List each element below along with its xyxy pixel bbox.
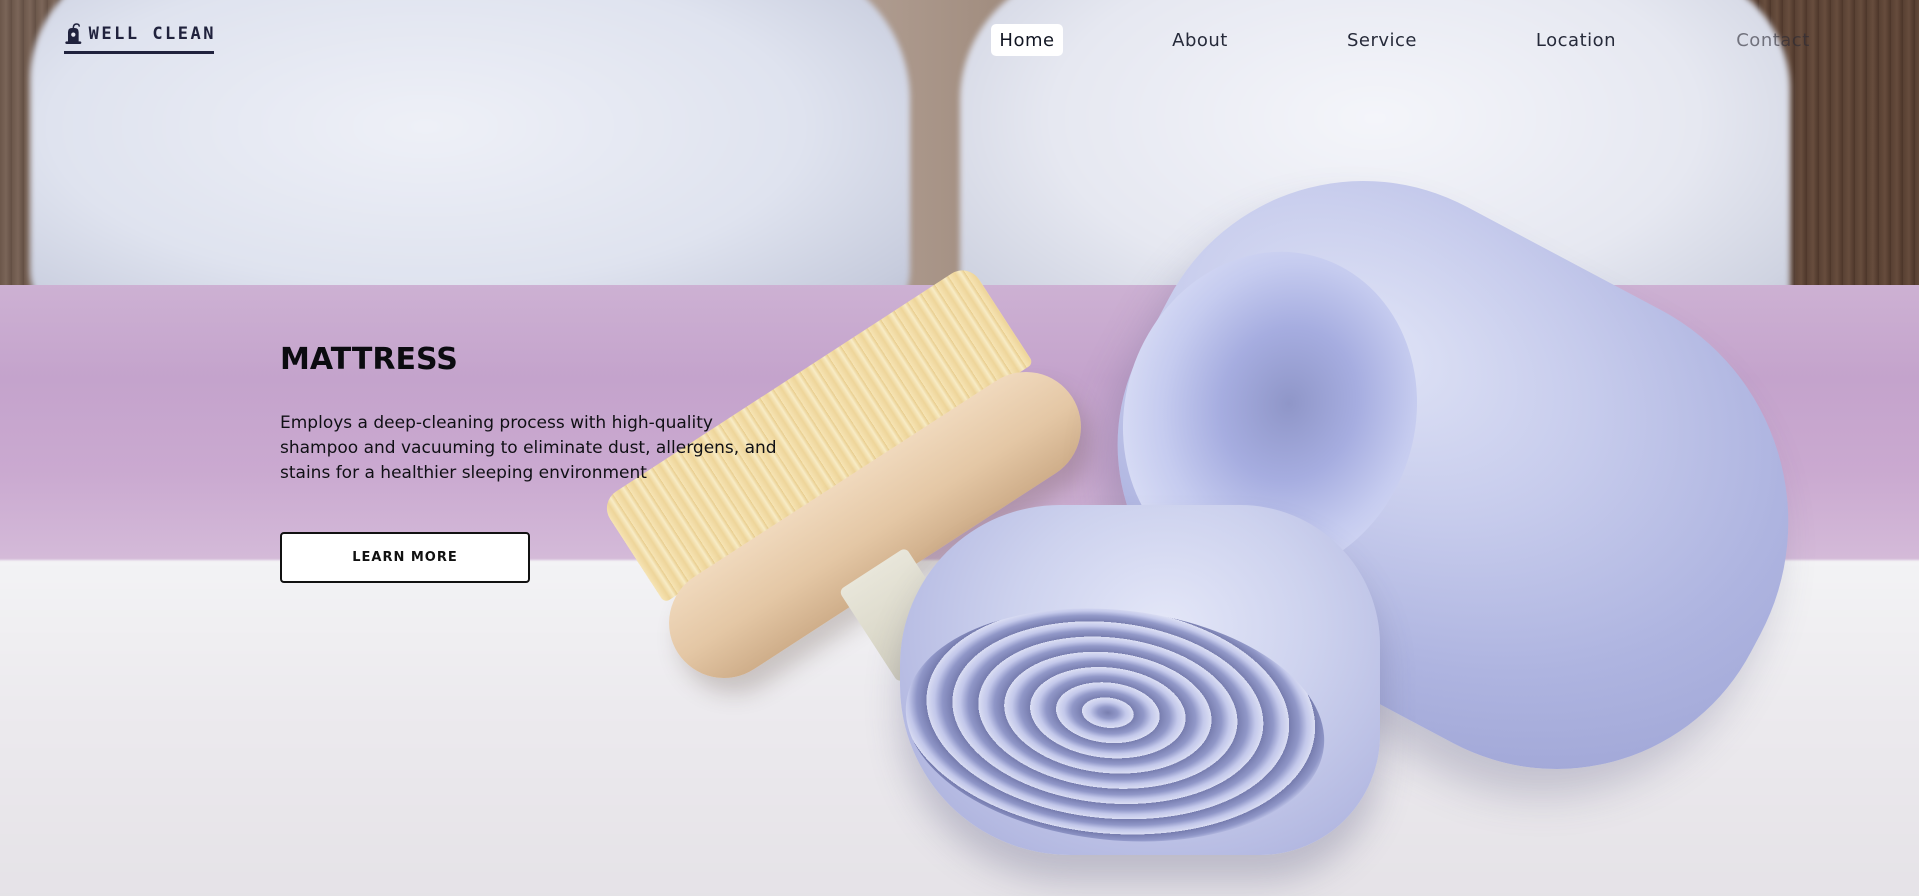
- nav-about[interactable]: About: [1160, 24, 1240, 56]
- nav-contact[interactable]: Contact: [1726, 24, 1820, 56]
- landing-page: WELL CLEAN Home About Service Location C…: [0, 0, 1919, 896]
- nav-home[interactable]: Home: [991, 24, 1063, 56]
- hero-title: MATTRESS: [280, 342, 458, 377]
- main-nav: Home About Service Location Contact: [0, 24, 1919, 58]
- nav-service[interactable]: Service: [1338, 24, 1426, 56]
- nav-location[interactable]: Location: [1526, 24, 1626, 56]
- learn-more-button[interactable]: LEARN MORE: [280, 532, 530, 583]
- hero-description: Employs a deep-cleaning process with hig…: [280, 413, 777, 483]
